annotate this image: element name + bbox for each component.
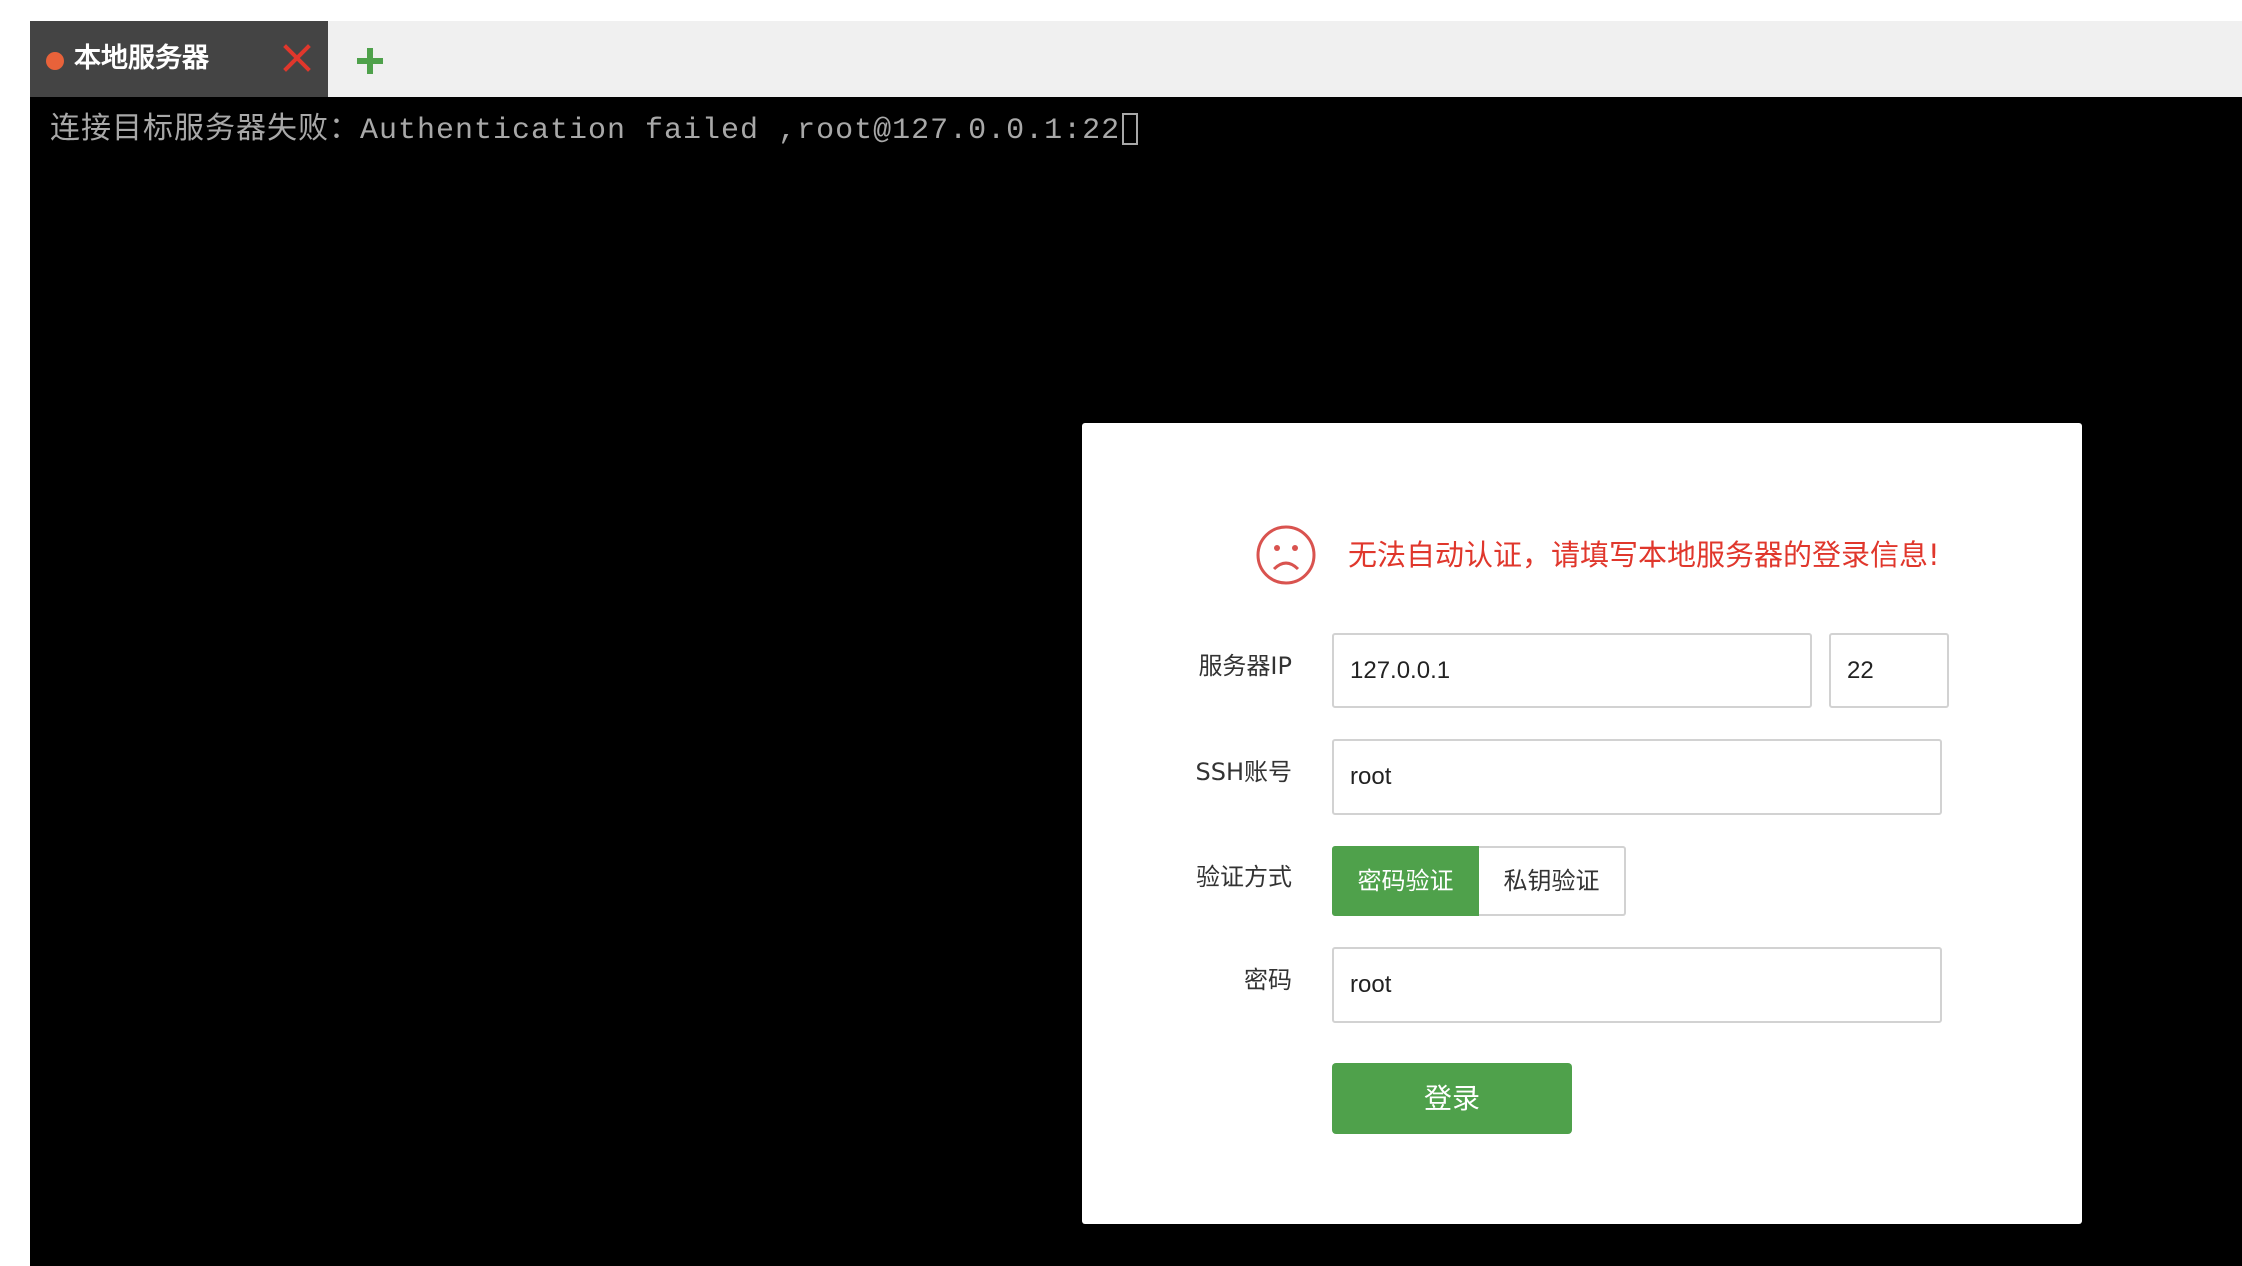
private-key-auth-button[interactable]: 私钥验证 — [1479, 846, 1626, 916]
tab-label: 本地服务器 — [74, 43, 209, 74]
server-ip-label: 服务器IP — [1198, 652, 1292, 680]
terminal-cursor — [1122, 113, 1139, 145]
status-dot-icon — [46, 52, 64, 70]
error-message: 无法自动认证，请填写本地服务器的登录信息! — [1348, 538, 1940, 572]
password-input[interactable] — [1332, 947, 1942, 1023]
password-label: 密码 — [1244, 966, 1292, 994]
auth-method-label: 验证方式 — [1196, 863, 1292, 891]
plus-icon[interactable] — [352, 43, 388, 79]
terminal-output-line: 连接目标服务器失败：Authentication failed ,root@12… — [50, 113, 1139, 149]
tab-local-server[interactable]: 本地服务器 — [30, 21, 328, 97]
port-input[interactable] — [1829, 633, 1949, 708]
login-dialog: 无法自动认证，请填写本地服务器的登录信息! 服务器IP SSH账号 验证方式 密… — [1082, 423, 2082, 1224]
terminal[interactable]: 连接目标服务器失败：Authentication failed ,root@12… — [30, 97, 2242, 1266]
server-ip-input[interactable] — [1332, 633, 1812, 708]
login-button[interactable]: 登录 — [1332, 1063, 1572, 1134]
ssh-account-label: SSH账号 — [1195, 758, 1292, 786]
ssh-account-input[interactable] — [1332, 739, 1942, 815]
tab-bar: 本地服务器 — [30, 21, 2242, 97]
terminal-text: 连接目标服务器失败：Authentication failed ,root@12… — [50, 114, 1121, 148]
sad-face-icon — [1254, 523, 1318, 587]
close-icon[interactable] — [278, 39, 316, 77]
password-auth-button[interactable]: 密码验证 — [1332, 846, 1479, 916]
